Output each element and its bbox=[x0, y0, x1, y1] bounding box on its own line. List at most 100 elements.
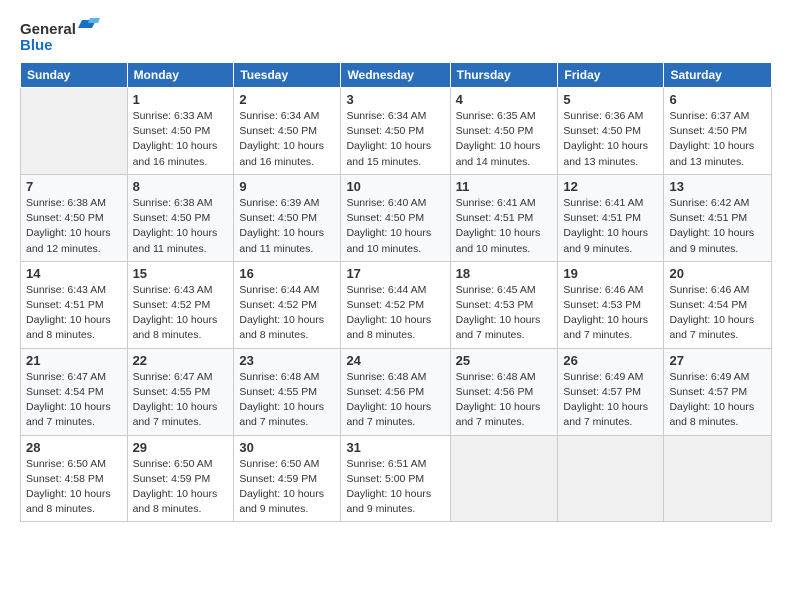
calendar-row-1: 7Sunrise: 6:38 AMSunset: 4:50 PMDaylight… bbox=[21, 174, 772, 261]
cell-info: Sunrise: 6:41 AMSunset: 4:51 PMDaylight:… bbox=[563, 196, 658, 257]
svg-text:General: General bbox=[20, 21, 76, 38]
day-number: 4 bbox=[456, 92, 553, 107]
cell-info: Sunrise: 6:44 AMSunset: 4:52 PMDaylight:… bbox=[346, 283, 444, 344]
cell-info: Sunrise: 6:49 AMSunset: 4:57 PMDaylight:… bbox=[563, 370, 658, 431]
day-number: 24 bbox=[346, 353, 444, 368]
day-number: 8 bbox=[133, 179, 229, 194]
day-number: 28 bbox=[26, 440, 122, 455]
cell-info: Sunrise: 6:48 AMSunset: 4:56 PMDaylight:… bbox=[346, 370, 444, 431]
day-number: 11 bbox=[456, 179, 553, 194]
cell-info: Sunrise: 6:40 AMSunset: 4:50 PMDaylight:… bbox=[346, 196, 444, 257]
day-number: 19 bbox=[563, 266, 658, 281]
cell-info: Sunrise: 6:33 AMSunset: 4:50 PMDaylight:… bbox=[133, 109, 229, 170]
calendar-cell-1-4: 11 Sunrise: 6:41 AMSunset: 4:51 PMDayligh… bbox=[450, 174, 558, 261]
cell-info: Sunrise: 6:47 AMSunset: 4:54 PMDaylight:… bbox=[26, 370, 122, 431]
day-number: 15 bbox=[133, 266, 229, 281]
cell-info: Sunrise: 6:46 AMSunset: 4:54 PMDaylight:… bbox=[669, 283, 766, 344]
cell-info: Sunrise: 6:38 AMSunset: 4:50 PMDaylight:… bbox=[26, 196, 122, 257]
calendar-cell-4-1: 29Sunrise: 6:50 AMSunset: 4:59 PMDayligh… bbox=[127, 435, 234, 522]
day-number: 25 bbox=[456, 353, 553, 368]
day-number: 9 bbox=[239, 179, 335, 194]
cell-info: Sunrise: 6:39 AMSunset: 4:50 PMDaylight:… bbox=[239, 196, 335, 257]
day-number: 27 bbox=[669, 353, 766, 368]
calendar-cell-1-0: 7Sunrise: 6:38 AMSunset: 4:50 PMDaylight… bbox=[21, 174, 128, 261]
calendar-row-4: 28 Sunrise: 6:50 AMSunset: 4:58 PMDayligh… bbox=[21, 435, 772, 522]
day-number: 22 bbox=[133, 353, 229, 368]
logo: GeneralBlue bbox=[20, 18, 100, 56]
day-number: 30 bbox=[239, 440, 335, 455]
calendar-cell-4-5 bbox=[558, 435, 664, 522]
calendar-cell-3-3: 24 Sunrise: 6:48 AMSunset: 4:56 PMDayligh… bbox=[341, 348, 450, 435]
calendar-cell-0-4: 4 Sunrise: 6:35 AMSunset: 4:50 PMDaylight… bbox=[450, 88, 558, 175]
calendar-cell-0-6: 6Sunrise: 6:37 AMSunset: 4:50 PMDaylight… bbox=[664, 88, 772, 175]
cell-info: Sunrise: 6:51 AMSunset: 5:00 PMDaylight:… bbox=[346, 457, 444, 518]
weekday-header-row: SundayMondayTuesdayWednesdayThursdayFrid… bbox=[21, 63, 772, 88]
calendar-cell-0-3: 3Sunrise: 6:34 AMSunset: 4:50 PMDaylight… bbox=[341, 88, 450, 175]
calendar-cell-2-1: 15 Sunrise: 6:43 AMSunset: 4:52 PMDayligh… bbox=[127, 261, 234, 348]
calendar-cell-3-6: 27 Sunrise: 6:49 AMSunset: 4:57 PMDayligh… bbox=[664, 348, 772, 435]
weekday-header-thursday: Thursday bbox=[450, 63, 558, 88]
calendar-cell-1-5: 12 Sunrise: 6:41 AMSunset: 4:51 PMDayligh… bbox=[558, 174, 664, 261]
weekday-header-tuesday: Tuesday bbox=[234, 63, 341, 88]
weekday-header-monday: Monday bbox=[127, 63, 234, 88]
calendar-cell-1-6: 13 Sunrise: 6:42 AMSunset: 4:51 PMDayligh… bbox=[664, 174, 772, 261]
calendar-cell-0-0 bbox=[21, 88, 128, 175]
cell-info: Sunrise: 6:41 AMSunset: 4:51 PMDaylight:… bbox=[456, 196, 553, 257]
calendar-cell-3-0: 21 Sunrise: 6:47 AMSunset: 4:54 PMDayligh… bbox=[21, 348, 128, 435]
cell-info: Sunrise: 6:50 AMSunset: 4:58 PMDaylight:… bbox=[26, 457, 122, 518]
day-number: 6 bbox=[669, 92, 766, 107]
cell-info: Sunrise: 6:50 AMSunset: 4:59 PMDaylight:… bbox=[133, 457, 229, 518]
cell-info: Sunrise: 6:44 AMSunset: 4:52 PMDaylight:… bbox=[239, 283, 335, 344]
cell-info: Sunrise: 6:47 AMSunset: 4:55 PMDaylight:… bbox=[133, 370, 229, 431]
calendar-row-3: 21 Sunrise: 6:47 AMSunset: 4:54 PMDayligh… bbox=[21, 348, 772, 435]
calendar-row-2: 14 Sunrise: 6:43 AMSunset: 4:51 PMDayligh… bbox=[21, 261, 772, 348]
calendar-cell-3-1: 22 Sunrise: 6:47 AMSunset: 4:55 PMDayligh… bbox=[127, 348, 234, 435]
calendar-cell-1-1: 8 Sunrise: 6:38 AMSunset: 4:50 PMDaylight… bbox=[127, 174, 234, 261]
cell-info: Sunrise: 6:35 AMSunset: 4:50 PMDaylight:… bbox=[456, 109, 553, 170]
day-number: 21 bbox=[26, 353, 122, 368]
calendar-cell-2-2: 16 Sunrise: 6:44 AMSunset: 4:52 PMDayligh… bbox=[234, 261, 341, 348]
calendar-cell-2-0: 14 Sunrise: 6:43 AMSunset: 4:51 PMDayligh… bbox=[21, 261, 128, 348]
cell-info: Sunrise: 6:42 AMSunset: 4:51 PMDaylight:… bbox=[669, 196, 766, 257]
calendar-cell-2-4: 18 Sunrise: 6:45 AMSunset: 4:53 PMDayligh… bbox=[450, 261, 558, 348]
day-number: 31 bbox=[346, 440, 444, 455]
page-container: GeneralBlue SundayMondayTuesdayWednesday… bbox=[0, 0, 792, 532]
weekday-header-sunday: Sunday bbox=[21, 63, 128, 88]
cell-info: Sunrise: 6:48 AMSunset: 4:56 PMDaylight:… bbox=[456, 370, 553, 431]
cell-info: Sunrise: 6:48 AMSunset: 4:55 PMDaylight:… bbox=[239, 370, 335, 431]
calendar-table: SundayMondayTuesdayWednesdayThursdayFrid… bbox=[20, 62, 772, 522]
day-number: 18 bbox=[456, 266, 553, 281]
calendar-row-0: 1 Sunrise: 6:33 AMSunset: 4:50 PMDaylight… bbox=[21, 88, 772, 175]
cell-info: Sunrise: 6:43 AMSunset: 4:51 PMDaylight:… bbox=[26, 283, 122, 344]
day-number: 2 bbox=[239, 92, 335, 107]
cell-info: Sunrise: 6:38 AMSunset: 4:50 PMDaylight:… bbox=[133, 196, 229, 257]
cell-info: Sunrise: 6:34 AMSunset: 4:50 PMDaylight:… bbox=[239, 109, 335, 170]
cell-info: Sunrise: 6:45 AMSunset: 4:53 PMDaylight:… bbox=[456, 283, 553, 344]
weekday-header-wednesday: Wednesday bbox=[341, 63, 450, 88]
calendar-cell-0-1: 1 Sunrise: 6:33 AMSunset: 4:50 PMDaylight… bbox=[127, 88, 234, 175]
day-number: 14 bbox=[26, 266, 122, 281]
day-number: 12 bbox=[563, 179, 658, 194]
day-number: 17 bbox=[346, 266, 444, 281]
day-number: 20 bbox=[669, 266, 766, 281]
day-number: 26 bbox=[563, 353, 658, 368]
header: GeneralBlue bbox=[20, 18, 772, 56]
calendar-cell-1-3: 10Sunrise: 6:40 AMSunset: 4:50 PMDayligh… bbox=[341, 174, 450, 261]
cell-info: Sunrise: 6:46 AMSunset: 4:53 PMDaylight:… bbox=[563, 283, 658, 344]
day-number: 23 bbox=[239, 353, 335, 368]
day-number: 5 bbox=[563, 92, 658, 107]
cell-info: Sunrise: 6:49 AMSunset: 4:57 PMDaylight:… bbox=[669, 370, 766, 431]
calendar-cell-4-3: 31 Sunrise: 6:51 AMSunset: 5:00 PMDayligh… bbox=[341, 435, 450, 522]
calendar-cell-4-0: 28 Sunrise: 6:50 AMSunset: 4:58 PMDayligh… bbox=[21, 435, 128, 522]
calendar-cell-2-5: 19 Sunrise: 6:46 AMSunset: 4:53 PMDayligh… bbox=[558, 261, 664, 348]
calendar-cell-0-5: 5 Sunrise: 6:36 AMSunset: 4:50 PMDaylight… bbox=[558, 88, 664, 175]
svg-text:Blue: Blue bbox=[20, 37, 53, 54]
weekday-header-saturday: Saturday bbox=[664, 63, 772, 88]
cell-info: Sunrise: 6:43 AMSunset: 4:52 PMDaylight:… bbox=[133, 283, 229, 344]
day-number: 1 bbox=[133, 92, 229, 107]
calendar-cell-0-2: 2 Sunrise: 6:34 AMSunset: 4:50 PMDaylight… bbox=[234, 88, 341, 175]
cell-info: Sunrise: 6:36 AMSunset: 4:50 PMDaylight:… bbox=[563, 109, 658, 170]
day-number: 13 bbox=[669, 179, 766, 194]
cell-info: Sunrise: 6:34 AMSunset: 4:50 PMDaylight:… bbox=[346, 109, 444, 170]
day-number: 16 bbox=[239, 266, 335, 281]
